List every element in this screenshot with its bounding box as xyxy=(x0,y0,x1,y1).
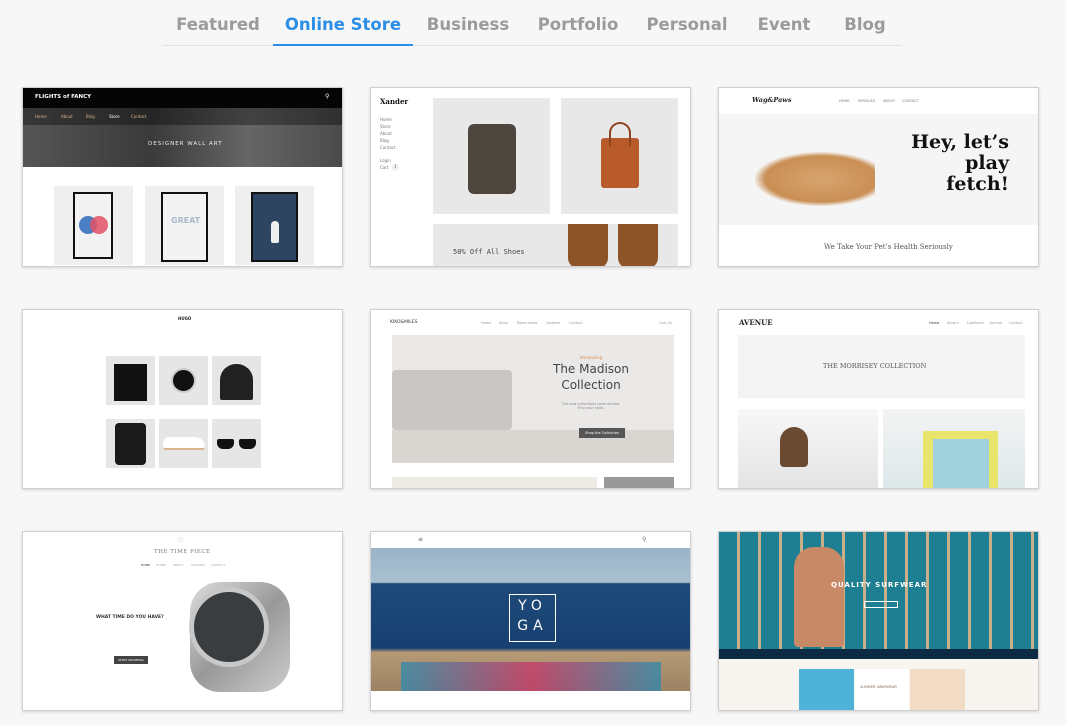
tab-event[interactable]: Event xyxy=(758,15,811,34)
nav-services: SERVICES xyxy=(858,99,875,103)
logo: Xander xyxy=(380,97,409,106)
tab-portfolio[interactable]: Portfolio xyxy=(538,15,619,34)
template-card-surfwear[interactable]: QUALITY SURFWEAR SUMMER SWIMWEAR xyxy=(718,531,1039,711)
nav-shop: Shop ▾ xyxy=(947,321,959,325)
nav-login: Login xyxy=(380,158,391,163)
logo: FLIGHTS of FANCY xyxy=(35,94,92,100)
tab-featured[interactable]: Featured xyxy=(176,15,260,34)
template-card-kiko-miles[interactable]: KIKO&MILES Home Shop Room Ideas Updates … xyxy=(370,309,691,489)
tab-business[interactable]: Business xyxy=(427,15,509,34)
tab-online-store[interactable]: Online Store xyxy=(285,15,401,34)
watch-face xyxy=(189,587,269,667)
product-tee xyxy=(106,356,155,405)
hero-title: QUALITY SURFWEAR xyxy=(831,581,928,589)
nav-contact: Contact xyxy=(569,321,583,325)
hero-title: The Madison Collection xyxy=(553,362,629,392)
nav-home: HOME xyxy=(839,99,850,103)
template-card-avenue[interactable]: AVENUE Home Shop ▾ Lookbook Journal Cont… xyxy=(718,309,1039,489)
logo: Wag&Paws xyxy=(752,96,792,104)
logo: THE TIME PIECE xyxy=(154,549,211,555)
nav-about: ABOUT xyxy=(883,99,896,103)
active-tab-indicator xyxy=(273,44,413,46)
puppy-image xyxy=(755,152,875,206)
product-jacket xyxy=(433,98,550,214)
template-card-time-piece[interactable]: ◌ THE TIME PIECE HOME STORE ABOUT UPDATE… xyxy=(22,531,343,711)
hero-title: WHAT TIME DO YOU HAVE? xyxy=(96,615,164,620)
watch-logo-icon: ◌ xyxy=(178,536,184,543)
nav-blog: Blog xyxy=(380,138,389,143)
model-image xyxy=(794,547,844,647)
nav-about: About xyxy=(380,131,392,136)
nav-store: Store xyxy=(380,124,391,129)
nav-contact: CONTACT xyxy=(902,99,919,103)
shop-button: Shop the Collection xyxy=(579,428,626,438)
nav-home: Home xyxy=(380,117,392,122)
hero-eyebrow: Introducing xyxy=(579,355,603,360)
cart-count-badge: 1 xyxy=(392,164,399,171)
nav-updates: Updates xyxy=(546,321,561,325)
template-card-wag-paws[interactable]: Wag&Paws HOME SERVICES ABOUT CONTACT Hey… xyxy=(718,87,1039,267)
nav-cart: Cart xyxy=(380,165,389,170)
nav-blog: Blog xyxy=(86,114,95,119)
template-card-xander[interactable]: Xander Home Store About Blog Contact Log… xyxy=(370,87,691,267)
nav-contact: Contact xyxy=(1009,321,1023,325)
nav-journal: Journal xyxy=(990,321,1003,325)
section-title: SUMMER SWIMWEAR xyxy=(860,685,897,689)
nav-store: Store xyxy=(109,114,120,119)
nav-home: Home xyxy=(481,321,492,325)
product-watch xyxy=(159,356,208,405)
model-image xyxy=(738,409,878,488)
start-shopping-button: START SHOPPING xyxy=(114,656,148,664)
logo: KIKO&MILES xyxy=(390,320,418,325)
hero-image xyxy=(719,532,1038,649)
nav-room-ideas: Room Ideas xyxy=(517,321,538,325)
nav-shop: Shop xyxy=(499,321,508,325)
search-icon: ⚲ xyxy=(325,93,330,100)
product-jacket xyxy=(106,419,155,468)
template-card-yoga[interactable]: ≡ ⚲ YOGA xyxy=(370,531,691,711)
nav-lookbook: Lookbook xyxy=(967,321,984,325)
nav-home: HOME xyxy=(141,563,151,567)
template-card-hugo[interactable]: HUGO xyxy=(22,309,343,489)
menu-icon: ≡ xyxy=(418,536,424,543)
logo: AVENUE xyxy=(739,318,773,327)
poster-text: GREAT xyxy=(171,216,201,225)
nav-contact: CONTACT xyxy=(211,563,226,567)
hero-title: THE MORRISEY COLLECTION xyxy=(823,362,927,370)
hero-text: The new collections have arrived. Find y… xyxy=(561,402,621,410)
hero-button xyxy=(864,601,898,608)
nav-about: About xyxy=(61,114,73,119)
nav-bar xyxy=(719,649,1038,659)
hero-title: YOGA xyxy=(517,598,548,634)
nav-about: ABOUT xyxy=(173,563,184,567)
bag-image xyxy=(883,409,1025,488)
nav-home: Home xyxy=(929,321,940,325)
product-sneaker xyxy=(159,419,208,468)
tab-personal[interactable]: Personal xyxy=(646,15,727,34)
search-icon: ⚲ xyxy=(642,536,647,543)
template-card-flights-of-fancy[interactable]: FLIGHTS of FANCY ⚲ Home About Blog Store… xyxy=(22,87,343,267)
shoes-banner xyxy=(433,224,678,266)
nav-store: STORE xyxy=(156,563,167,567)
nav-contact: Contact xyxy=(380,145,396,150)
hero-title: Hey, let’s play fetch! xyxy=(911,131,1009,195)
category-tabs: Featured Online Store Business Portfolio… xyxy=(162,0,902,46)
nav-updates: UPDATES xyxy=(191,563,205,567)
tab-blog[interactable]: Blog xyxy=(844,15,885,34)
product-beanie xyxy=(212,356,261,405)
sofa-image xyxy=(392,370,512,430)
nav-home: Home xyxy=(35,114,47,119)
logo: HUGO xyxy=(178,316,192,321)
nav-contact: Contact xyxy=(131,114,147,119)
section-title: We Take Your Pet’s Health Seriously xyxy=(824,243,953,251)
cart-link: Cart (0) xyxy=(659,321,673,325)
product-bag xyxy=(561,98,678,214)
product-sunglasses xyxy=(212,419,261,468)
banner-title: 50% Off All Shoes xyxy=(453,248,525,256)
hero-title: DESIGNER WALL ART xyxy=(148,141,223,147)
